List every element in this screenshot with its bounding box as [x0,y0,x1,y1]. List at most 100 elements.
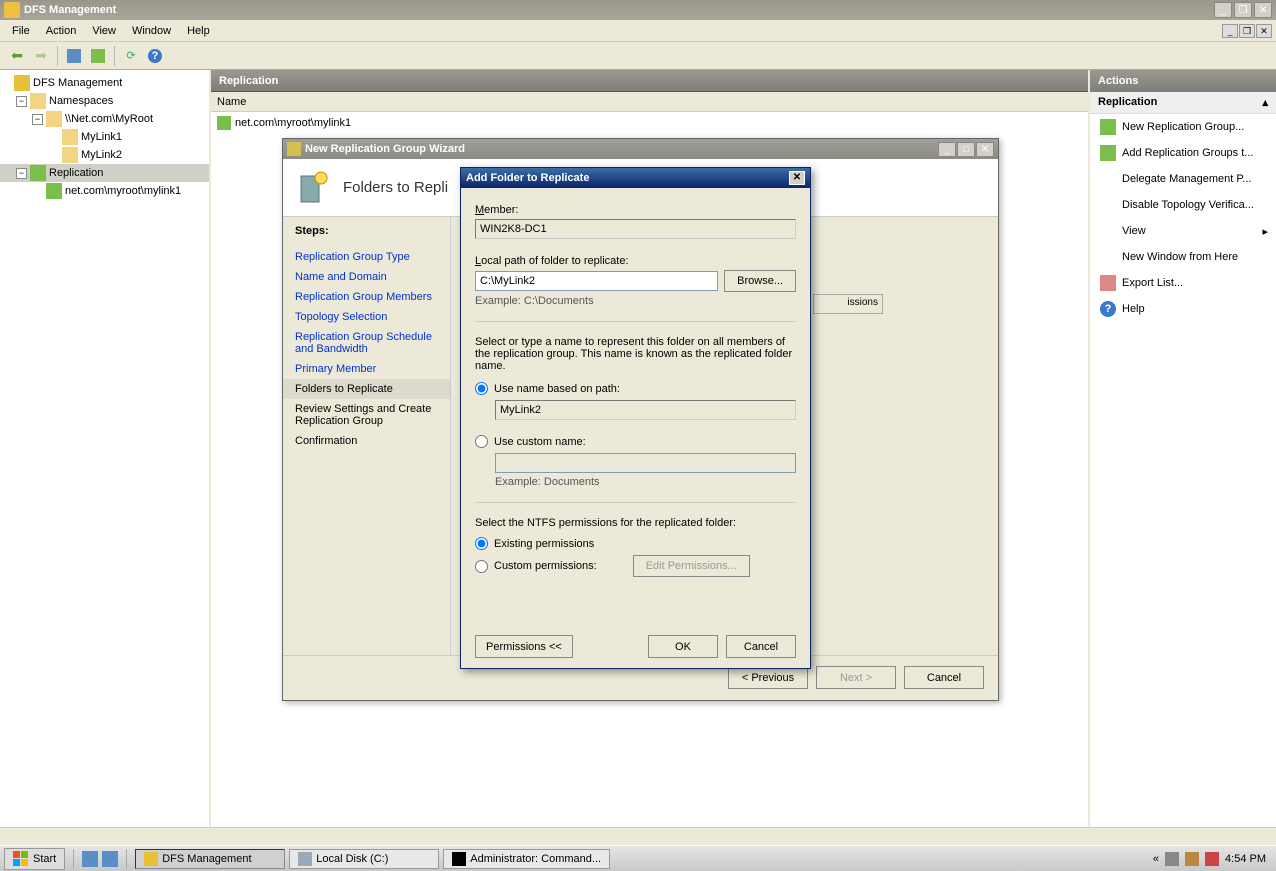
radio-custom-perm[interactable]: Custom permissions: Edit Permissions... [475,555,796,577]
toolbar: ⬅ ➡ ⟳ ? [0,42,1276,70]
tree-replication[interactable]: − Replication [0,164,209,182]
radio-existing-perm[interactable]: Existing permissions [475,537,796,550]
wizard-titlebar[interactable]: New Replication Group Wizard _ □ ✕ [283,139,998,159]
wizard-cancel-button[interactable]: Cancel [904,666,984,689]
action-view[interactable]: View ▸ [1090,218,1276,244]
browse-button[interactable]: Browse... [724,270,796,292]
menu-help[interactable]: Help [179,23,218,39]
tree-namespaces-label: Namespaces [49,95,113,107]
tray-icon-3[interactable] [1205,852,1219,866]
tray-icon-1[interactable] [1165,852,1179,866]
wizard-maximize-button[interactable]: □ [957,142,975,157]
permissions-toggle-button[interactable]: Permissions << [475,635,573,658]
collapse-icon[interactable]: − [16,96,27,107]
wizard-steps: Steps: Replication Group Type Name and D… [283,217,451,655]
menu-view[interactable]: View [84,23,124,39]
quicklaunch-icon-2[interactable] [102,851,118,867]
menu-window[interactable]: Window [124,23,179,39]
tree-link1[interactable]: MyLink1 [0,128,209,146]
tree-root[interactable]: DFS Management [0,74,209,92]
step-confirmation[interactable]: Confirmation [295,431,438,451]
path-field[interactable] [475,271,718,291]
step-replication-type[interactable]: Replication Group Type [295,247,438,267]
step-folders[interactable]: Folders to Replicate [283,379,450,399]
list-row-text: net.com\myroot\mylink1 [235,117,351,129]
task-dfs[interactable]: DFS Management [135,849,285,869]
refresh-button[interactable]: ⟳ [120,45,142,67]
tree-namespaces[interactable]: − Namespaces [0,92,209,110]
ntfs-label: Select the NTFS permissions for the repl… [475,517,796,529]
tray-icon-2[interactable] [1185,852,1199,866]
actions-group[interactable]: Replication ▴ [1090,92,1276,114]
tree-root-label: DFS Management [33,77,122,89]
tree-rep-item-label: net.com\myroot\mylink1 [65,185,181,197]
member-label: Member: [475,204,796,216]
wizard-minimize-button[interactable]: _ [938,142,956,157]
radio-use-path-input[interactable] [475,382,488,395]
toolbar-btn-2[interactable] [87,45,109,67]
tree-rep-item[interactable]: net.com\myroot\mylink1 [0,182,209,200]
actions-header: Actions [1090,70,1276,92]
wizard-close-button[interactable]: ✕ [976,142,994,157]
path-label: Local path of folder to replicate: [475,255,796,267]
windows-logo-icon [13,851,29,867]
step-schedule[interactable]: Replication Group Schedule and Bandwidth [295,327,438,359]
task-disk[interactable]: Local Disk (C:) [289,849,439,869]
mdi-minimize-button[interactable]: _ [1222,24,1238,38]
list-row-icon [217,116,231,130]
action-disable-topology[interactable]: Disable Topology Verifica... [1090,192,1276,218]
actions-panel: Actions Replication ▴ New Replication Gr… [1090,70,1276,828]
mdi-close-button[interactable]: ✕ [1256,24,1272,38]
menu-bar: File Action View Window Help _ ❐ ✕ [0,20,1276,42]
minimize-button[interactable]: _ [1214,2,1232,18]
wizard-previous-button[interactable]: < Previous [728,666,808,689]
close-button[interactable]: ✕ [1254,2,1272,18]
step-name-domain[interactable]: Name and Domain [295,267,438,287]
action-export-list: Export List... [1090,270,1276,296]
app-title: DFS Management [24,4,1214,16]
tray-chevron-icon[interactable]: « [1153,853,1159,865]
dialog-titlebar[interactable]: Add Folder to Replicate ✕ [461,168,810,188]
radio-custom-name[interactable]: Use custom name: [475,435,796,448]
list-row[interactable]: net.com\myroot\mylink1 [217,114,1082,132]
actions-group-label: Replication [1098,96,1157,109]
step-members[interactable]: Replication Group Members [295,287,438,307]
blank-icon [1100,249,1116,265]
step-review[interactable]: Review Settings and Create Replication G… [295,399,438,431]
task-cmd[interactable]: Administrator: Command... [443,849,610,869]
list-header: Name [211,92,1088,112]
name-example: Example: Documents [495,476,796,488]
start-button[interactable]: Start [4,848,65,870]
back-button[interactable]: ⬅ [6,45,28,67]
maximize-button[interactable]: ❐ [1234,2,1252,18]
action-add-replication[interactable]: Add Replication Groups t... [1090,140,1276,166]
menu-action[interactable]: Action [38,23,85,39]
collapse-icon[interactable]: − [16,168,27,179]
cancel-button[interactable]: Cancel [726,635,796,658]
collapse-icon[interactable]: − [32,114,43,125]
help-button[interactable]: ? [144,45,166,67]
ok-button[interactable]: OK [648,635,718,658]
quicklaunch-icon-1[interactable] [82,851,98,867]
tree-link2[interactable]: MyLink2 [0,146,209,164]
action-new-window[interactable]: New Window from Here [1090,244,1276,270]
radio-use-path[interactable]: Use name based on path: [475,382,796,395]
action-new-replication[interactable]: New Replication Group... [1090,114,1276,140]
action-delegate[interactable]: Delegate Management P... [1090,166,1276,192]
wizard-tab-fragment[interactable]: issions [813,294,883,314]
action-help[interactable]: ? Help [1090,296,1276,322]
dialog-close-button[interactable]: ✕ [789,171,805,185]
radio-custom-perm-input[interactable] [475,560,488,573]
menu-file[interactable]: File [4,23,38,39]
toolbar-btn-1[interactable] [63,45,85,67]
start-label: Start [33,853,56,865]
step-topology[interactable]: Topology Selection [295,307,438,327]
step-primary[interactable]: Primary Member [295,359,438,379]
radio-custom-name-input[interactable] [475,435,488,448]
action-label: Help [1122,303,1145,315]
radio-existing-input[interactable] [475,537,488,550]
tree-ns-root[interactable]: − \\Net.com\MyRoot [0,110,209,128]
mdi-restore-button[interactable]: ❐ [1239,24,1255,38]
taskbar: Start DFS Management Local Disk (C:) Adm… [0,845,1276,871]
forward-button[interactable]: ➡ [30,45,52,67]
